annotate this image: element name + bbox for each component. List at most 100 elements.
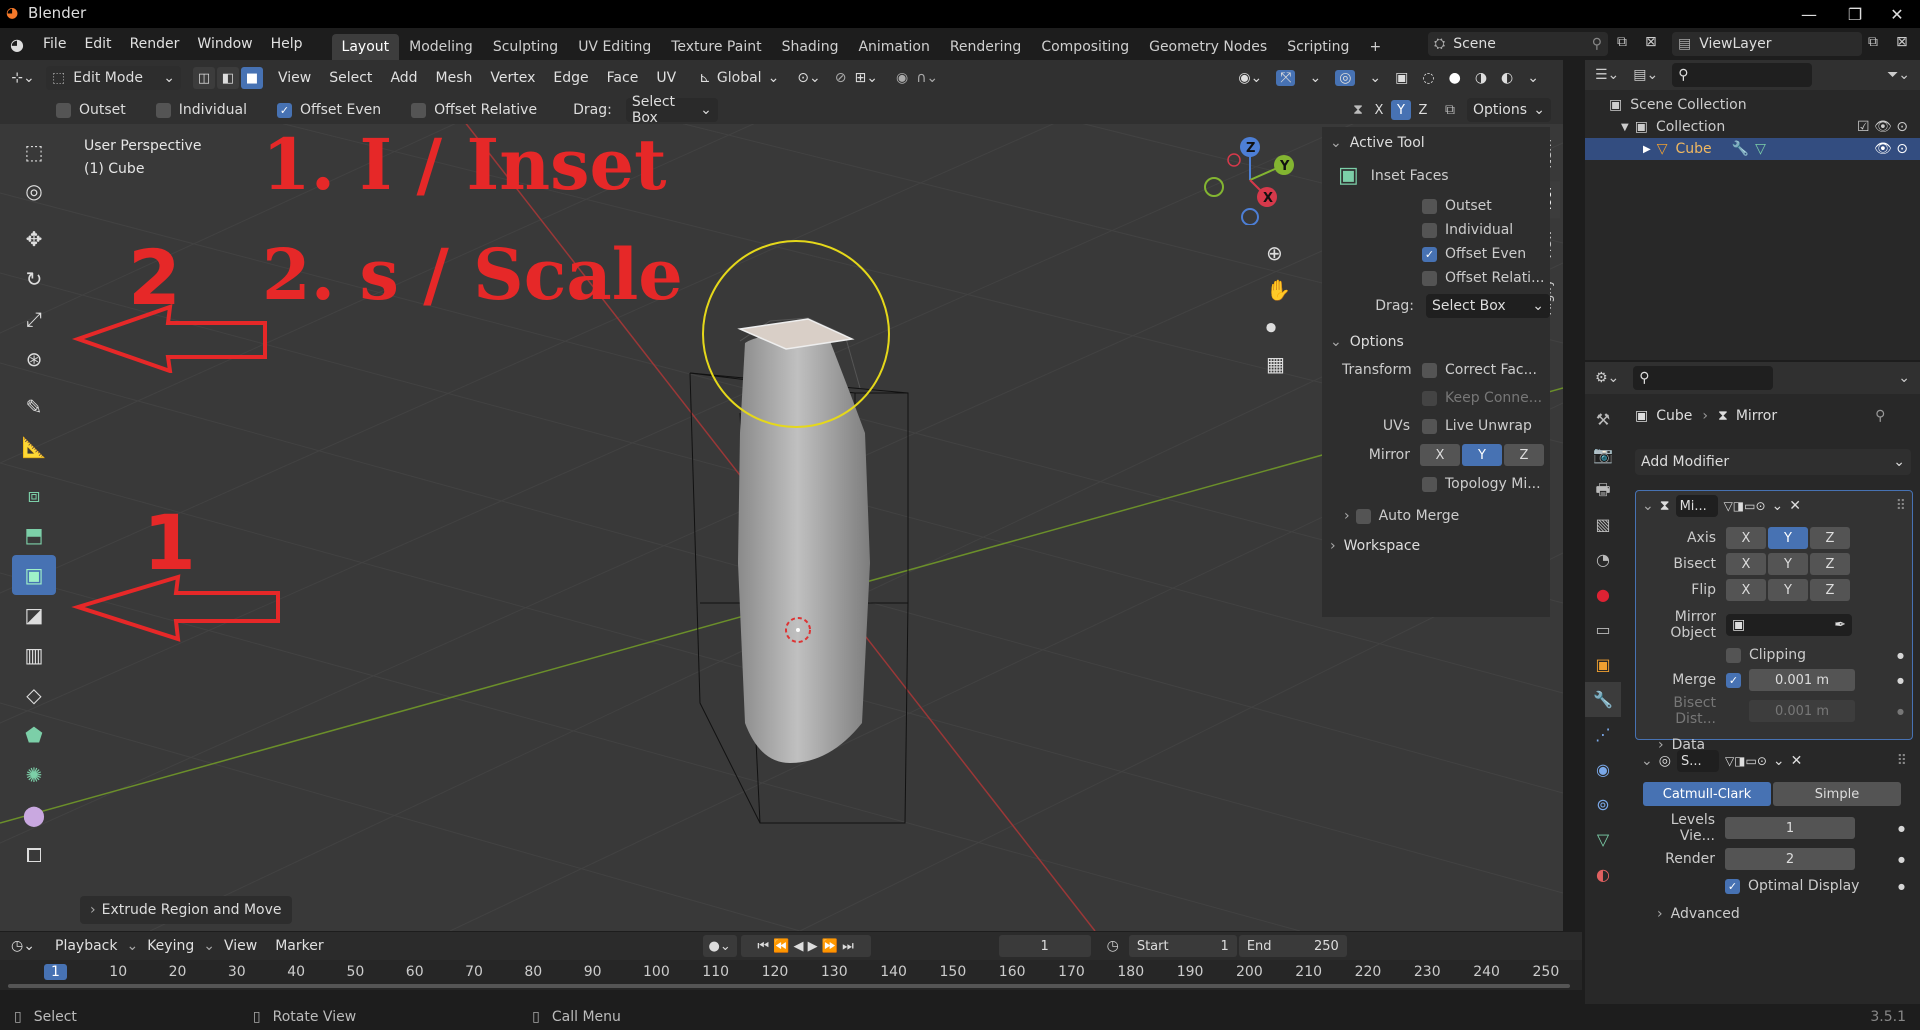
drag-handle-icon[interactable]: ⠿ xyxy=(1896,498,1906,514)
last-operator-panel[interactable]: › Extrude Region and Move xyxy=(80,896,292,924)
menu-help[interactable]: Help xyxy=(262,36,312,52)
tab-texture-paint[interactable]: Texture Paint xyxy=(661,34,771,60)
active-tool-header[interactable]: ⌄ Active Tool xyxy=(1322,127,1550,159)
bisect-y[interactable]: Y xyxy=(1768,553,1808,575)
clipping-checkbox[interactable] xyxy=(1726,647,1741,663)
properties-search-input[interactable]: ⚲ xyxy=(1633,366,1774,390)
chevron-down-icon[interactable]: ⌄ xyxy=(1898,370,1910,386)
options-dropdown[interactable]: Options ⌄ xyxy=(1467,98,1551,122)
opt-individual[interactable]: Individual xyxy=(155,102,247,118)
remove-modifier-icon[interactable]: ✕ xyxy=(1789,498,1801,514)
mirror-axis-x[interactable]: X xyxy=(1726,527,1766,549)
output-tab-icon[interactable]: 🖶 xyxy=(1585,472,1621,507)
new-view-layer-icon[interactable]: ⧉ xyxy=(1868,34,1878,50)
face-select-button[interactable]: ■ xyxy=(241,67,263,89)
chevron-down-icon[interactable]: ⌄ xyxy=(1642,498,1654,514)
mode-dropdown[interactable]: ⬚ Edit Mode ⌄ xyxy=(46,66,181,90)
merge-checkbox[interactable]: ✓ xyxy=(1726,672,1741,688)
chevron-down-icon[interactable]: ⌄ xyxy=(1641,753,1653,769)
render-tab-icon[interactable]: 📷 xyxy=(1585,437,1621,472)
menu-vertex[interactable]: Vertex xyxy=(481,70,544,86)
collection-tab-icon[interactable]: ▭ xyxy=(1585,612,1621,647)
cursor-tool[interactable]: ◎ xyxy=(12,171,56,211)
npanel-offset-even[interactable]: ✓ Offset Even xyxy=(1322,238,1550,262)
mirror-y-button[interactable]: Y xyxy=(1462,444,1502,466)
levels-viewport-field[interactable]: 1 xyxy=(1725,817,1855,839)
wireframe-shading-icon[interactable]: ◌ xyxy=(1422,70,1434,86)
keyframe-dot-icon[interactable]: ● xyxy=(1898,882,1905,891)
loop-cut-tool[interactable]: ▥ xyxy=(12,635,56,675)
scene-selector[interactable]: ⛭ Scene ⚲ xyxy=(1428,32,1608,56)
keyframe-dot-icon[interactable]: ● xyxy=(1897,707,1904,716)
navigation-gizmo[interactable]: Z Y X xyxy=(1198,135,1308,225)
tab-scripting[interactable]: Scripting xyxy=(1277,34,1359,60)
properties-editor-icon[interactable]: ⚙⌄ xyxy=(1595,370,1619,386)
menu-select[interactable]: Select xyxy=(320,70,381,86)
data-tab-icon[interactable]: ▽ xyxy=(1585,822,1621,857)
menu-uv[interactable]: UV xyxy=(647,70,685,86)
auto-merge-checkbox[interactable] xyxy=(1355,508,1371,524)
outset-checkbox[interactable] xyxy=(56,102,71,118)
object-visibility-icons[interactable]: 👁 ⊙ xyxy=(1874,141,1908,157)
visibility-icon[interactable]: ◉⌄ xyxy=(1238,70,1262,86)
tab-animation[interactable]: Animation xyxy=(848,34,939,60)
drag-dropdown[interactable]: Select Box ⌄ xyxy=(625,94,718,126)
vertex-select-button[interactable]: ◫ xyxy=(193,67,215,89)
snap-icon[interactable]: ⊘ xyxy=(835,70,847,86)
orientation-dropdown[interactable]: ⊾ Global ⌄ xyxy=(699,70,779,86)
move-tool[interactable]: ✥ xyxy=(12,219,56,259)
timeline-frames[interactable]: 1 10 20 30 40 50 60 70 80 90 100 110 120 130 140 150 160… xyxy=(0,960,1582,990)
menu-keying[interactable]: Keying xyxy=(138,938,203,954)
scene-collection-row[interactable]: ▣ Scene Collection xyxy=(1585,94,1920,116)
flip-z[interactable]: Z xyxy=(1810,579,1850,601)
keyframe-dot-icon[interactable]: ● xyxy=(1898,855,1905,864)
render-levels-field[interactable]: 2 xyxy=(1725,848,1855,870)
delete-view-layer-icon[interactable]: ⊠ xyxy=(1896,34,1908,50)
object-tab-icon[interactable]: ▣ xyxy=(1585,647,1621,682)
remove-modifier-icon[interactable]: ✕ xyxy=(1791,753,1803,769)
npanel-individual[interactable]: Individual xyxy=(1322,214,1550,238)
outset-checkbox[interactable] xyxy=(1422,198,1437,214)
edge-select-button[interactable]: ◧ xyxy=(217,67,239,89)
modifier-toggle-icons[interactable]: ▽◨▭⊙ xyxy=(1725,754,1767,768)
outliner-editor-icon[interactable]: ☰⌄ xyxy=(1595,67,1619,83)
pin-icon[interactable]: ⚲ xyxy=(1875,408,1885,424)
tab-rendering[interactable]: Rendering xyxy=(940,34,1032,60)
bottle-mesh[interactable] xyxy=(738,334,870,763)
menu-file[interactable]: File xyxy=(34,36,75,52)
keyframe-dot-icon[interactable]: ● xyxy=(1897,651,1904,660)
collection-visibility-icons[interactable]: ☑ 👁 ⊙ xyxy=(1857,119,1908,135)
menu-mesh[interactable]: Mesh xyxy=(427,70,482,86)
tab-shading[interactable]: Shading xyxy=(772,34,849,60)
menu-edge[interactable]: Edge xyxy=(544,70,597,86)
modifier-toggle-icons[interactable]: ▽◨▭⊙ xyxy=(1724,499,1766,513)
keep-connected-checkbox[interactable] xyxy=(1422,390,1437,406)
tab-uv-editing[interactable]: UV Editing xyxy=(568,34,661,60)
opt-offset-even[interactable]: ✓ Offset Even xyxy=(276,102,381,118)
menu-marker[interactable]: Marker xyxy=(266,938,332,954)
snap-target-icon[interactable]: ⊞⌄ xyxy=(855,70,878,86)
filter-icon[interactable]: ⏷⌄ xyxy=(1887,67,1910,83)
mirror-name-field[interactable]: Mi... xyxy=(1675,495,1718,517)
menu-window[interactable]: Window xyxy=(188,36,261,52)
bisect-z[interactable]: Z xyxy=(1810,553,1850,575)
new-scene-icon[interactable]: ⧉ xyxy=(1617,34,1627,50)
mirror-axis-y[interactable]: Y xyxy=(1768,527,1808,549)
solid-shading-icon[interactable]: ● xyxy=(1449,70,1461,86)
end-frame-field[interactable]: End 250 xyxy=(1238,935,1347,957)
auto-merge-row[interactable]: › Auto Merge xyxy=(1322,492,1550,524)
pin-icon[interactable]: ⚲ xyxy=(1592,36,1602,52)
offset-even-checkbox[interactable]: ✓ xyxy=(1422,246,1437,262)
bevel-tool[interactable]: ◪ xyxy=(12,595,56,635)
timeline-editor-icon[interactable]: ◷⌄ xyxy=(0,938,46,954)
poly-build-tool[interactable]: ⬟ xyxy=(12,715,56,755)
cube-row[interactable]: ▶ ▽ Cube 🔧 ▽ 👁 ⊙ xyxy=(1585,138,1920,160)
minimize-button[interactable]: — xyxy=(1786,0,1832,28)
outliner-search-input[interactable]: ⚲ xyxy=(1672,63,1813,87)
menu-view[interactable]: View xyxy=(269,70,320,86)
axis-y-button[interactable]: Y xyxy=(1391,100,1411,120)
merge-distance-field[interactable]: 0.001 m xyxy=(1749,669,1855,691)
tab-sculpting[interactable]: Sculpting xyxy=(483,34,568,60)
add-modifier-button[interactable]: Add Modifier ⌄ xyxy=(1635,449,1911,475)
keyframe-dot-icon[interactable]: ● xyxy=(1898,824,1905,833)
